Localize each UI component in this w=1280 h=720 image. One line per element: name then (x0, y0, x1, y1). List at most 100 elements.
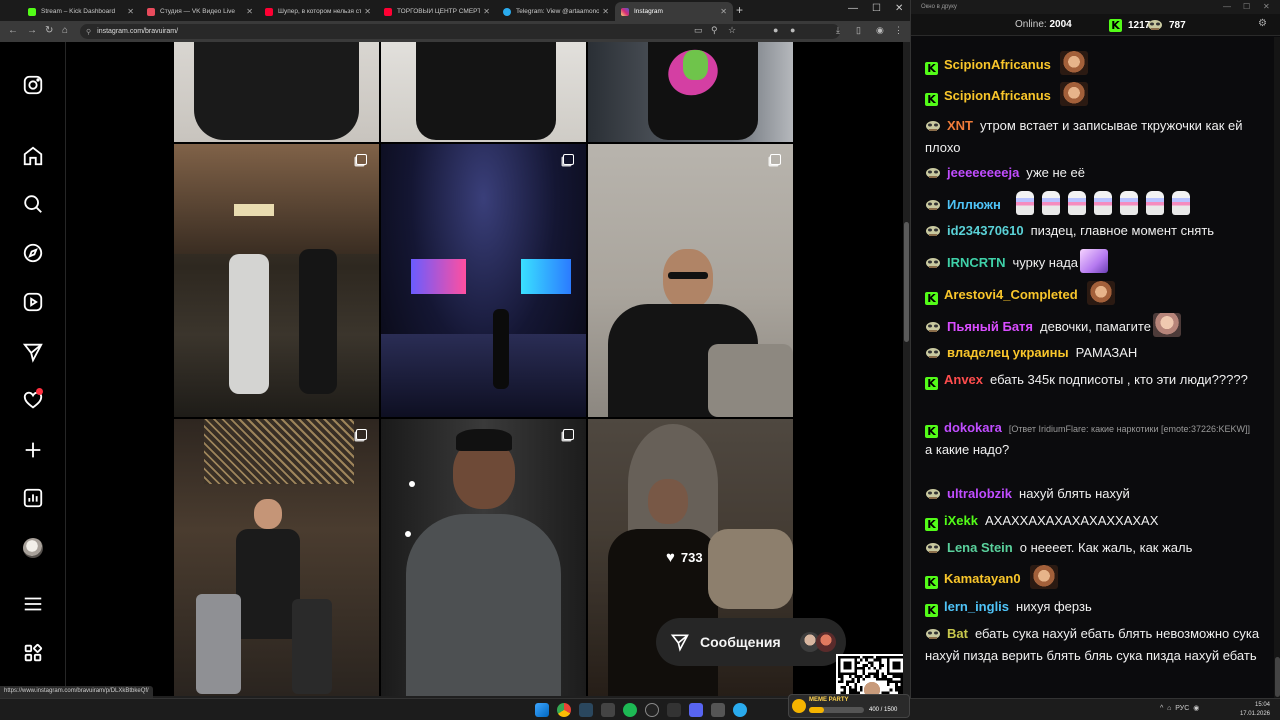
chat-username[interactable]: Bat (947, 626, 968, 641)
chat-username[interactable]: ScipionAfricanus (944, 88, 1051, 103)
create-icon[interactable] (20, 437, 46, 463)
system-tray-icons[interactable]: ^ ⌂ РУС ◉ (1160, 704, 1199, 712)
post-tile[interactable] (588, 144, 793, 417)
explore-icon[interactable] (20, 240, 46, 266)
tab-instagram[interactable]: Instagram ✕ (615, 2, 733, 21)
tab-close-icon[interactable]: ✕ (720, 7, 727, 16)
chat-username[interactable]: lern_inglis (944, 599, 1009, 614)
post-tile[interactable] (174, 419, 379, 696)
app-icon[interactable] (667, 703, 681, 717)
home-icon[interactable] (20, 143, 46, 169)
tab-vk-studio[interactable]: Студия — VK Видео Live ✕ (141, 2, 259, 21)
chat-message: Bat ебать сука нахуй ебать блять невозмож… (925, 624, 1265, 665)
tab-close-icon[interactable]: ✕ (127, 7, 134, 16)
post-tile[interactable] (174, 144, 379, 417)
address-bar[interactable]: ⚲ instagram.com/bravuiram/ (80, 24, 840, 39)
post-tile[interactable] (381, 144, 586, 417)
steam-icon[interactable] (579, 703, 593, 717)
chat-minimize-button[interactable]: — (1223, 2, 1231, 11)
telegram-favicon-icon (503, 7, 511, 16)
chat-username[interactable]: id234370610 (947, 223, 1024, 238)
cast-icon[interactable]: ▭ (694, 25, 703, 36)
split-view-icon[interactable]: ▯ (856, 25, 861, 36)
chat-username[interactable]: владелец украины (947, 345, 1069, 360)
chat-username[interactable]: Lena Stein (947, 540, 1013, 555)
chat-scrollbar[interactable] (1274, 37, 1280, 698)
site-info-icon[interactable]: ⚲ (86, 28, 91, 36)
chat-message: jeeeeeeeeja уже не её (925, 163, 1265, 185)
chat-maximize-button[interactable]: ☐ (1243, 2, 1250, 11)
downloads-icon[interactable]: ⤓ (836, 25, 840, 36)
tab-youtube-mall[interactable]: ТОРГОВЫЙ ЦЕНТР СМЕРТИ –…✕ (378, 2, 496, 21)
chat-username[interactable]: Kamatayan0 (944, 571, 1021, 586)
kick-viewers: K 1217 (1109, 19, 1150, 32)
telegram-icon[interactable] (733, 703, 747, 717)
new-tab-button[interactable]: + (736, 3, 743, 17)
clock[interactable]: 15:04 17.01.2026 (1240, 701, 1270, 719)
chat-username[interactable]: Иллюжн (947, 197, 1001, 212)
instagram-logo-icon[interactable] (20, 72, 46, 98)
chrome-icon[interactable] (557, 703, 571, 717)
profile-icon[interactable]: ◉ (876, 25, 884, 36)
discord-icon[interactable] (689, 703, 703, 717)
tab-close-icon[interactable]: ✕ (246, 7, 253, 16)
more-icon[interactable] (20, 591, 46, 617)
chat-scroll-thumb[interactable] (1275, 657, 1280, 697)
dashboard-icon[interactable] (20, 485, 46, 511)
spotify-icon[interactable] (623, 703, 637, 717)
reels-icon[interactable] (20, 289, 46, 315)
chat-emote (1119, 191, 1138, 215)
chat-emote (1059, 82, 1088, 106)
reload-icon[interactable]: ↻ (45, 25, 53, 36)
forward-arrow-icon[interactable]: → (27, 25, 37, 36)
chat-username[interactable]: ultralobzik (947, 486, 1012, 501)
tab-kick-dashboard[interactable]: Stream – Kick Dashboard ✕ (22, 2, 140, 21)
pepe-badge-icon (925, 346, 941, 365)
chat-username[interactable]: iXekk (944, 513, 978, 528)
tab-close-icon[interactable]: ✕ (602, 7, 609, 16)
back-arrow-icon[interactable]: ← (8, 25, 18, 36)
page-scrollbar[interactable] (903, 42, 910, 698)
chat-username[interactable]: dokokara (944, 420, 1002, 435)
chat-username[interactable]: IRNCRTN (947, 255, 1006, 270)
messages-icon[interactable] (20, 339, 46, 365)
tab-telegram[interactable]: Telegram: View @artaamonova…✕ (497, 2, 615, 21)
chat-username[interactable]: jeeeeeeeeja (947, 165, 1019, 180)
language-indicator[interactable]: РУС (1175, 705, 1189, 712)
post-tile[interactable] (381, 42, 586, 142)
maximize-button[interactable]: ☐ (872, 3, 881, 14)
app-icon[interactable] (711, 703, 725, 717)
post-tile[interactable] (174, 42, 379, 142)
tab-close-icon[interactable]: ✕ (483, 7, 490, 16)
chat-emote (1080, 249, 1109, 273)
obs-icon[interactable] (645, 703, 659, 717)
extension-icon[interactable]: ● (773, 25, 778, 35)
extension-red-icon[interactable]: ● (790, 25, 795, 35)
kick-badge-icon: K (925, 58, 938, 77)
scrollbar-thumb[interactable] (904, 222, 909, 342)
minimize-button[interactable]: — (848, 3, 858, 14)
chat-username[interactable]: Anvex (944, 372, 983, 387)
post-tile[interactable] (588, 42, 793, 142)
also-from-meta-icon[interactable] (20, 640, 46, 666)
post-tile[interactable] (381, 419, 586, 696)
profile-avatar[interactable] (20, 535, 46, 561)
chat-username[interactable]: ScipionAfricanus (944, 57, 1051, 72)
start-menu-icon[interactable] (535, 703, 549, 717)
browser-menu-icon[interactable]: ⋮ (894, 25, 903, 36)
messages-floating-button[interactable]: Сообщения (656, 618, 846, 666)
chat-settings-icon[interactable]: ⚙ (1258, 18, 1267, 29)
chat-username[interactable]: Пьяный Батя (947, 319, 1033, 334)
tab-youtube-shooter[interactable]: Шупер, в котором нельзя стре…✕ (259, 2, 377, 21)
bookmark-star-icon[interactable]: ☆ (728, 25, 736, 36)
app-icon[interactable] (601, 703, 615, 717)
chat-close-button[interactable]: ✕ (1263, 2, 1270, 11)
chat-username[interactable]: Arestovi4_Completed (944, 287, 1078, 302)
tab-close-icon[interactable]: ✕ (364, 7, 371, 16)
search-icon[interactable] (20, 191, 46, 217)
chat-username[interactable]: XNT (947, 118, 973, 133)
close-window-button[interactable]: ✕ (895, 3, 903, 14)
notifications-icon[interactable] (20, 387, 46, 413)
home-button-icon[interactable]: ⌂ (62, 25, 68, 36)
zoom-icon[interactable]: ⚲ (711, 25, 718, 36)
